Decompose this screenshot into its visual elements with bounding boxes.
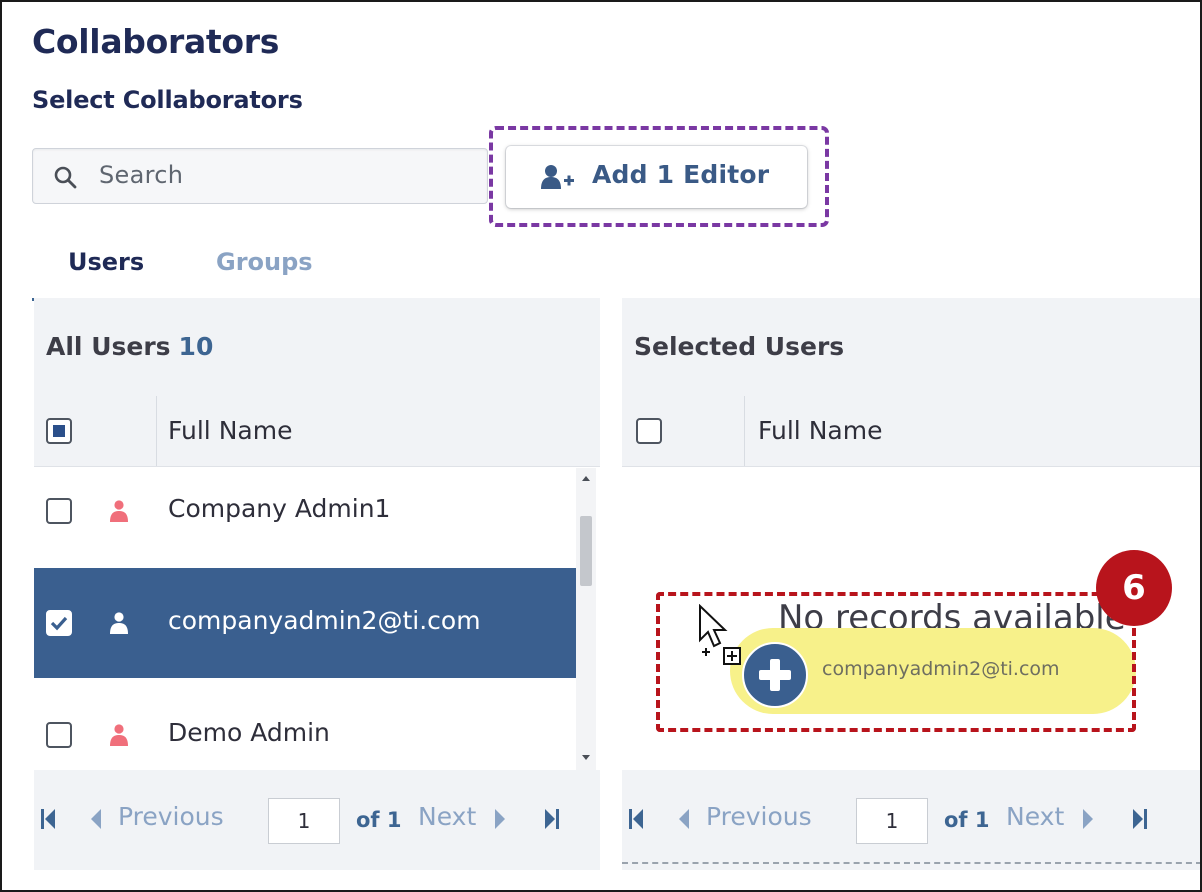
next-icon[interactable] <box>1082 808 1094 830</box>
select-all-checkbox[interactable] <box>46 418 72 444</box>
column-divider <box>744 396 745 466</box>
all-users-count: 10 <box>178 332 214 361</box>
all-users-header: All Users 10 <box>34 298 600 396</box>
user-row-selected[interactable]: companyadmin2@ti.com <box>34 568 578 678</box>
user-row[interactable]: Company Admin1 <box>34 456 578 566</box>
add-user-icon <box>541 165 574 189</box>
page-title: Collaborators <box>32 22 280 61</box>
scroll-down-icon[interactable] <box>581 754 591 762</box>
collaborators-dialog: Collaborators Select Collaborators Searc… <box>0 0 1202 892</box>
scrollbar-thumb[interactable] <box>580 516 592 586</box>
step-callout-badge: 6 <box>1096 550 1172 626</box>
user-name: Company Admin1 <box>168 494 391 523</box>
page-count: of 1 <box>944 808 990 832</box>
row-checkbox[interactable] <box>46 722 72 748</box>
users-scrollbar[interactable] <box>576 468 596 770</box>
tab-groups[interactable]: Groups <box>216 248 313 276</box>
step-number: 6 <box>1122 568 1146 608</box>
last-page-icon[interactable] <box>1132 808 1148 830</box>
scroll-up-icon[interactable] <box>581 474 591 482</box>
selected-users-column-header: Full Name <box>622 396 1200 467</box>
user-row[interactable]: Demo Admin <box>34 680 578 770</box>
next-icon[interactable] <box>494 808 506 830</box>
search-input[interactable]: Search <box>32 148 488 204</box>
checkmark-icon <box>50 616 68 631</box>
selected-users-header: Selected Users <box>622 298 1200 396</box>
full-name-column-header[interactable]: Full Name <box>758 416 882 445</box>
select-all-checkbox[interactable] <box>636 418 662 444</box>
search-icon <box>54 166 77 189</box>
user-icon <box>110 724 128 746</box>
tab-users-label: Users <box>68 248 145 276</box>
previous-link[interactable]: Previous <box>706 802 812 831</box>
all-users-title-text: All Users <box>46 332 171 361</box>
user-icon <box>110 612 128 634</box>
all-users-pager: Previous 1 of 1 Next <box>34 770 600 870</box>
panel-bottom-divider <box>622 862 1200 864</box>
row-checkbox[interactable] <box>46 498 72 524</box>
user-name: Demo Admin <box>168 718 330 747</box>
section-subtitle: Select Collaborators <box>32 86 303 114</box>
page-number-input[interactable]: 1 <box>856 798 928 844</box>
next-link[interactable]: Next <box>418 802 476 831</box>
search-placeholder: Search <box>99 161 184 189</box>
all-users-title: All Users 10 <box>46 332 213 361</box>
selected-users-title: Selected Users <box>634 332 845 361</box>
page-number-input[interactable]: 1 <box>268 798 340 844</box>
first-page-icon[interactable] <box>628 808 644 830</box>
tab-users[interactable]: Users <box>32 242 182 301</box>
user-icon <box>110 500 128 522</box>
add-editor-label: Add 1 Editor <box>592 160 770 189</box>
row-checkbox-checked[interactable] <box>46 610 72 636</box>
previous-link[interactable]: Previous <box>118 802 224 831</box>
drag-cursor-icon <box>699 604 741 665</box>
previous-icon[interactable] <box>678 808 690 830</box>
previous-icon[interactable] <box>90 808 102 830</box>
first-page-icon[interactable] <box>40 808 56 830</box>
full-name-column-header[interactable]: Full Name <box>168 416 292 445</box>
last-page-icon[interactable] <box>544 808 560 830</box>
next-link[interactable]: Next <box>1006 802 1064 831</box>
selected-users-pager: Previous 1 of 1 Next <box>622 770 1200 870</box>
page-count: of 1 <box>356 808 402 832</box>
add-editor-button[interactable]: Add 1 Editor <box>506 146 807 208</box>
user-name: companyadmin2@ti.com <box>168 606 481 635</box>
